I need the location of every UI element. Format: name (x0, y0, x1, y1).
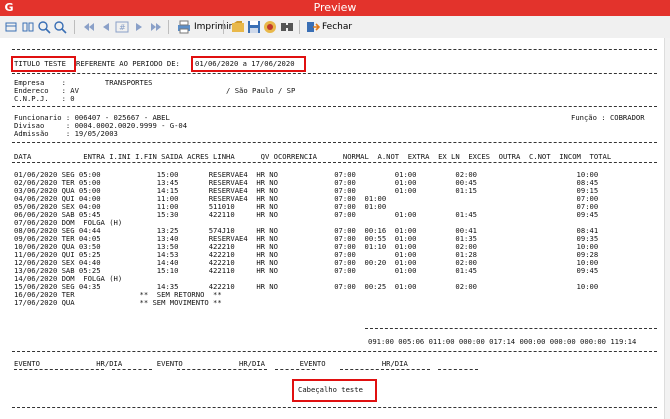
toolbar-divider (223, 20, 224, 34)
table-row: 17/06/2020 QUA ** SEM MOVIMENTO ** (14, 298, 222, 307)
vertical-scrollbar[interactable] (664, 38, 670, 419)
table-header: DATA ENTRA I.INI I.FIN SAIDA ACRES LINHA… (14, 152, 612, 161)
highlight-box (292, 379, 377, 402)
divider (438, 369, 478, 370)
printer-icon (176, 20, 192, 34)
divider (12, 162, 657, 163)
save-icon[interactable] (247, 19, 261, 35)
window-title: Preview (313, 1, 357, 14)
go-to-page-icon[interactable]: # (115, 19, 129, 35)
find-icon[interactable] (280, 19, 294, 35)
close-button[interactable]: Fechar (306, 19, 352, 35)
employee-funcao: Função : COBRADOR (571, 113, 645, 122)
previous-page-icon[interactable] (100, 19, 112, 35)
email-icon[interactable] (263, 19, 277, 35)
next-page-icon[interactable] (133, 19, 145, 35)
totals-row: 091:00 005:06 011:00 000:00 017:14 000:0… (368, 337, 637, 346)
highlight-box (191, 56, 306, 72)
report-page: TITULO TESTE REFERENTE AO PERIODO DE: 01… (0, 38, 664, 419)
close-label: Fechar (322, 22, 353, 32)
two-pages-icon[interactable] (21, 19, 35, 35)
toolbar-divider (74, 20, 75, 34)
divider (12, 142, 657, 143)
toolbar: # Imprimir Fechar (0, 16, 670, 39)
divider (112, 369, 152, 370)
export-icon[interactable] (231, 19, 245, 35)
toolbar-divider (168, 20, 169, 34)
divider (340, 369, 430, 370)
print-label: Imprimir (194, 22, 233, 32)
svg-text:#: # (119, 23, 126, 32)
events-header: EVENTO HR/DIA EVENTO HR/DIA EVENTO HR/DI… (14, 359, 408, 368)
first-page-icon[interactable] (83, 19, 97, 35)
last-page-icon[interactable] (148, 19, 162, 35)
divider (14, 369, 104, 370)
zoom-in-icon[interactable] (37, 19, 51, 35)
employee-admissao: Admissão : 19/05/2003 (14, 129, 118, 138)
divider (12, 407, 657, 408)
divider (12, 351, 657, 352)
totals-divider (365, 328, 657, 329)
zoom-out-icon[interactable] (53, 19, 67, 35)
company-cnpj: C.N.P.J. : 0 (14, 94, 75, 103)
divider (12, 73, 657, 74)
divider (177, 369, 267, 370)
window-titlebar: G Preview (0, 0, 670, 16)
exit-icon (306, 20, 320, 34)
period-label: REFERENTE AO PERIODO DE: (76, 59, 180, 68)
divider (12, 49, 657, 50)
divider (275, 369, 315, 370)
highlight-box (11, 56, 76, 72)
single-page-icon[interactable] (4, 19, 18, 35)
divider (12, 106, 657, 107)
toolbar-divider (299, 20, 300, 34)
